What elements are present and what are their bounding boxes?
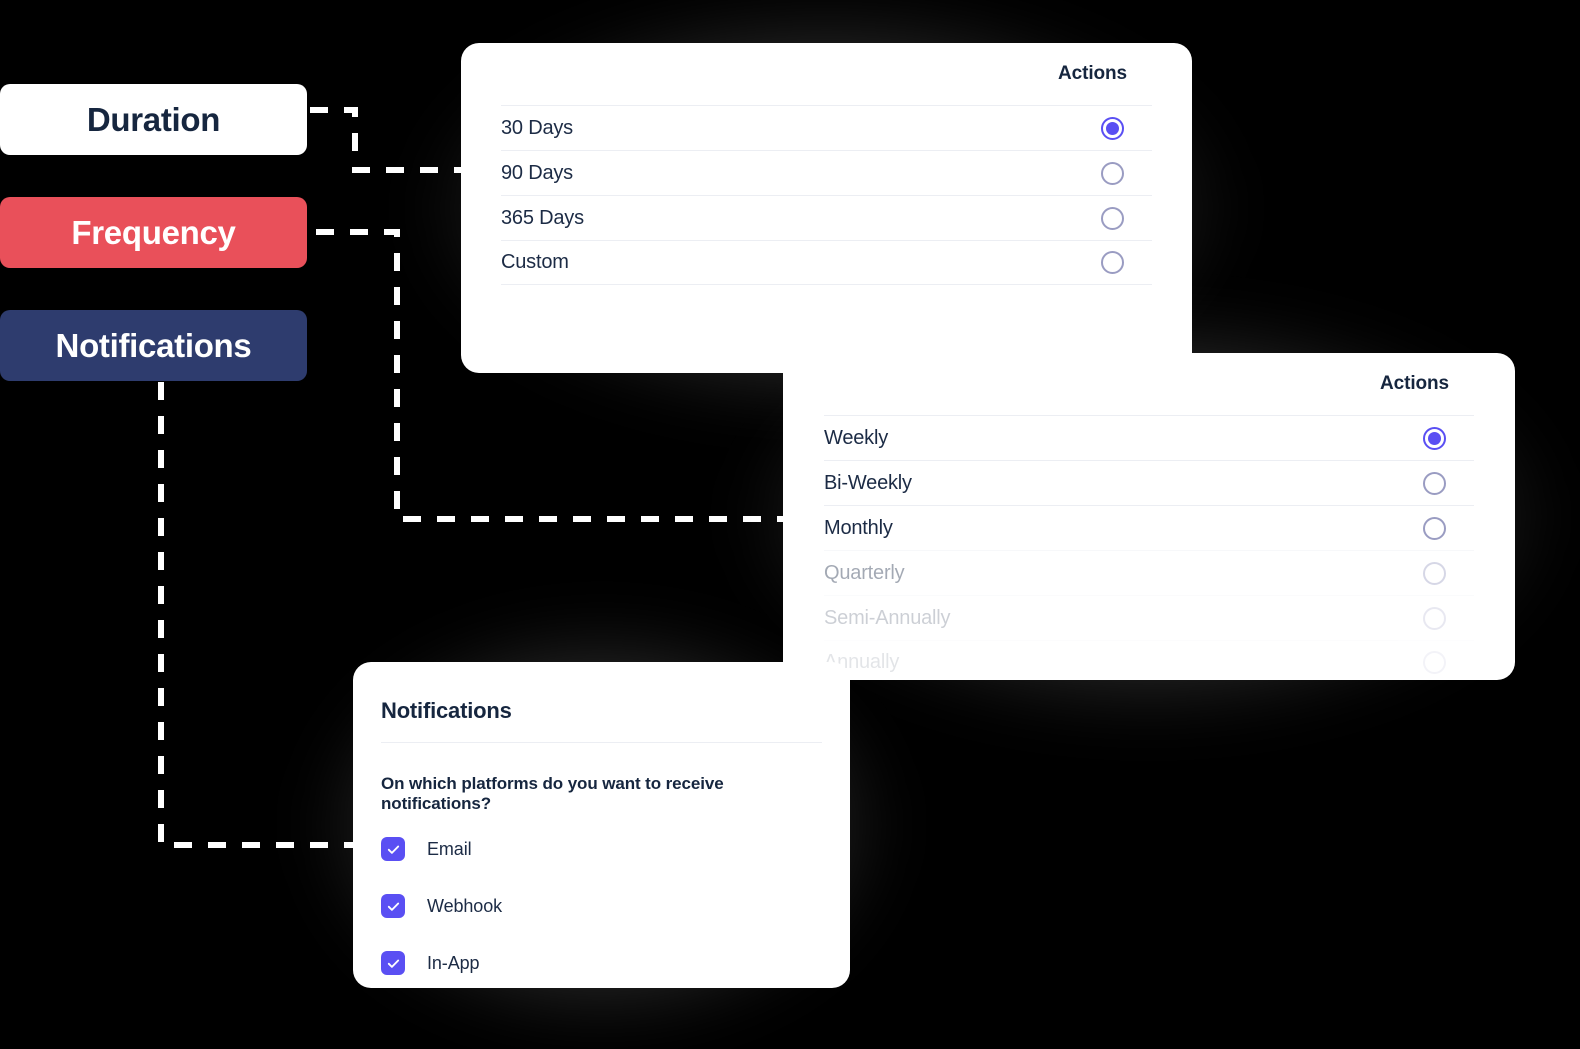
platform-row-in-app[interactable]: In-App xyxy=(381,946,822,980)
duration-card: Actions 30 Days 90 Days 365 Days Custom xyxy=(461,43,1192,373)
frequency-table-header: Actions xyxy=(824,353,1474,415)
radio-icon[interactable] xyxy=(1423,606,1446,630)
platform-label: Email xyxy=(427,838,472,859)
notifications-card: Notifications On which platforms do you … xyxy=(353,662,850,988)
label-pill-notifications[interactable]: Notifications xyxy=(0,310,307,381)
frequency-option-label: Weekly xyxy=(824,426,889,449)
frequency-card: Actions Weekly Bi-Weekly Monthly Quarter… xyxy=(783,353,1515,680)
radio-icon[interactable] xyxy=(1423,561,1446,585)
frequency-option-row[interactable]: Monthly xyxy=(824,505,1474,550)
platform-label: In-App xyxy=(427,952,480,973)
platform-label: Webhook xyxy=(427,895,503,916)
radio-icon[interactable] xyxy=(1101,161,1124,185)
checkbox-checked-icon[interactable] xyxy=(381,894,405,918)
duration-actions-header: Actions xyxy=(1058,63,1127,84)
label-pill-duration[interactable]: Duration xyxy=(0,84,307,155)
radio-icon[interactable] xyxy=(1423,516,1446,540)
notifications-question: On which platforms do you want to receiv… xyxy=(381,774,724,813)
frequency-option-label: Semi-Annually xyxy=(824,606,951,629)
frequency-option-row[interactable]: Quarterly xyxy=(824,550,1474,595)
duration-option-row[interactable]: 30 Days xyxy=(501,105,1152,150)
platform-row-email[interactable]: Email xyxy=(381,832,822,866)
frequency-option-label: Monthly xyxy=(824,516,893,539)
checkbox-checked-icon[interactable] xyxy=(381,837,405,861)
frequency-option-row[interactable]: Semi-Annually xyxy=(824,595,1474,640)
duration-option-row[interactable]: Custom xyxy=(501,240,1152,285)
label-pill-duration-text: Duration xyxy=(86,100,221,138)
duration-option-label: Custom xyxy=(501,251,569,273)
radio-icon[interactable] xyxy=(1423,471,1446,495)
duration-option-label: 30 Days xyxy=(501,116,573,139)
duration-table-header: Actions xyxy=(501,43,1152,105)
radio-icon[interactable] xyxy=(1101,251,1124,274)
frequency-table: Actions Weekly Bi-Weekly Monthly Quarter… xyxy=(783,353,1515,680)
frequency-actions-header: Actions xyxy=(1380,373,1449,394)
frequency-option-label: Quarterly xyxy=(824,561,905,584)
radio-icon[interactable] xyxy=(1423,426,1446,450)
radio-icon[interactable] xyxy=(1423,651,1446,674)
frequency-option-row[interactable]: Annually xyxy=(824,640,1474,680)
label-pill-frequency-text: Frequency xyxy=(71,213,236,251)
checkbox-checked-icon[interactable] xyxy=(381,951,405,975)
radio-icon[interactable] xyxy=(1101,206,1124,230)
diagram-stage: Duration Frequency Notifications Actions… xyxy=(0,0,1580,1049)
notifications-platform-list: Email Webhook In-App xyxy=(353,814,850,980)
label-pill-notifications-text: Notifications xyxy=(55,326,252,364)
platform-row-webhook[interactable]: Webhook xyxy=(381,889,822,923)
duration-table: Actions 30 Days 90 Days 365 Days Custom xyxy=(461,43,1192,285)
duration-option-row[interactable]: 90 Days xyxy=(501,150,1152,195)
label-pill-frequency[interactable]: Frequency xyxy=(0,197,307,268)
frequency-option-row[interactable]: Bi-Weekly xyxy=(824,460,1474,505)
notifications-card-title: Notifications xyxy=(381,698,512,723)
duration-option-row[interactable]: 365 Days xyxy=(501,195,1152,240)
duration-option-label: 365 Days xyxy=(501,206,584,229)
frequency-option-row[interactable]: Weekly xyxy=(824,415,1474,460)
radio-icon[interactable] xyxy=(1101,116,1124,140)
duration-option-label: 90 Days xyxy=(501,161,573,184)
frequency-option-label: Bi-Weekly xyxy=(824,471,912,494)
